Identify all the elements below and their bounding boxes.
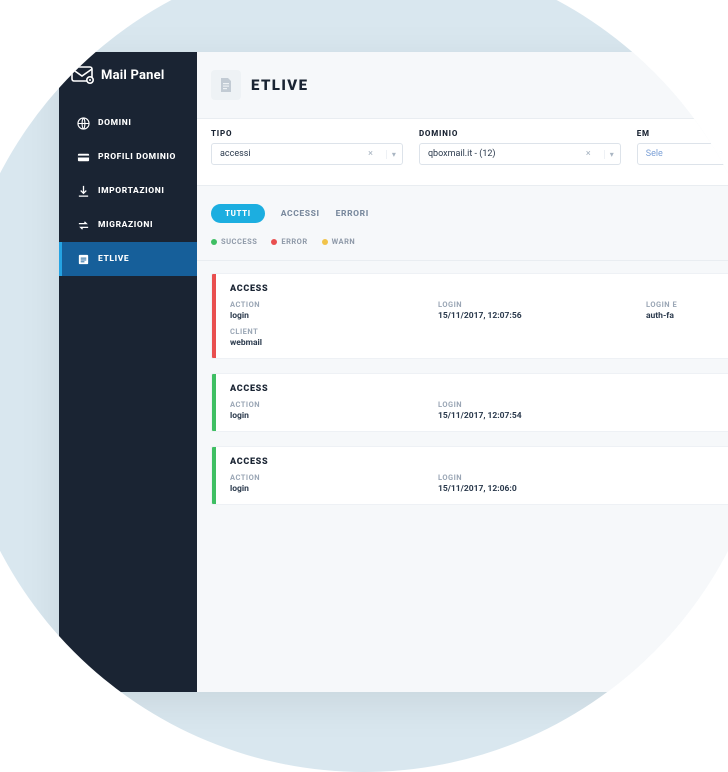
tab-errori[interactable]: ERRORI — [336, 209, 369, 219]
label-login-extra: LOGIN E — [646, 300, 728, 309]
log-login-time: LOGIN 15/11/2017, 12:07:54 — [438, 400, 638, 421]
select-tipo[interactable]: accessi × ▾ — [211, 143, 403, 165]
filter-label-dominio: DOMINIO — [419, 129, 621, 138]
label-action: ACTION — [230, 400, 430, 409]
dot-error-icon — [271, 239, 277, 245]
legend-error: ERROR — [271, 237, 307, 246]
sidebar-item-importazioni[interactable]: IMPORTAZIONI — [59, 174, 197, 208]
label-client: CLIENT — [230, 327, 728, 336]
sidebar-item-etlive[interactable]: ETLIVE — [59, 242, 197, 276]
dot-success-icon — [211, 239, 217, 245]
background-circle: Mail Panel DOMINI PROFILI DOMINIO — [0, 0, 728, 772]
sidebar-item-domini[interactable]: DOMINI — [59, 106, 197, 140]
log-card[interactable]: ACCESS ACTION login LOGIN 15/11/2017, 12… — [211, 446, 728, 505]
label-login-time: LOGIN — [438, 473, 638, 482]
sidebar-item-migrazioni[interactable]: MIGRAZIONI — [59, 208, 197, 242]
log-login-time-value: 15/11/2017, 12:06:0 — [438, 484, 638, 494]
log-login-extra — [646, 473, 728, 494]
log-login-extra-value: auth-fa — [646, 311, 728, 321]
sidebar-item-label: ETLIVE — [98, 254, 129, 264]
filter-row: TIPO accessi × ▾ DOMINIO qboxmail.it - (… — [197, 118, 728, 186]
label-login-time: LOGIN — [438, 400, 638, 409]
filter-tipo: TIPO accessi × ▾ — [211, 129, 403, 165]
select-em[interactable]: Sele — [637, 143, 728, 165]
select-em-placeholder: Sele — [646, 149, 728, 159]
chevron-down-icon[interactable]: ▾ — [386, 150, 396, 159]
select-dominio-value: qboxmail.it - (12) — [428, 149, 573, 159]
sidebar-nav: DOMINI PROFILI DOMINIO IMPORTAZIONI — [59, 106, 197, 276]
legend-success-label: SUCCESS — [221, 237, 257, 246]
log-title: ACCESS — [230, 457, 728, 467]
log-login-extra — [646, 400, 728, 421]
log-card-body: ACCESS ACTION login LOGIN 15/11/2017, 12… — [216, 274, 728, 358]
legend-warn: WARN — [322, 237, 356, 246]
log-title: ACCESS — [230, 284, 728, 294]
sidebar-item-label: MIGRAZIONI — [98, 220, 153, 230]
log-login-time: LOGIN 15/11/2017, 12:06:0 — [438, 473, 638, 494]
live-icon — [76, 252, 90, 266]
log-login-time-value: 15/11/2017, 12:07:54 — [438, 411, 638, 421]
import-icon — [76, 184, 90, 198]
page-header: ETLIVE — [197, 66, 728, 118]
brand-label: Mail Panel — [101, 68, 164, 83]
migrate-icon — [76, 218, 90, 232]
clear-icon[interactable]: × — [583, 149, 594, 159]
log-action: ACTION login — [230, 473, 430, 494]
brand: Mail Panel — [59, 52, 197, 102]
sidebar-item-label: IMPORTAZIONI — [98, 186, 164, 196]
legend-warn-label: WARN — [332, 237, 356, 246]
log-action: ACTION login — [230, 300, 430, 321]
page-header-icon — [211, 70, 241, 100]
filter-label-em: EM — [637, 129, 728, 138]
log-card[interactable]: ACCESS ACTION login LOGIN 15/11/2017, 12… — [211, 273, 728, 359]
tab-accessi[interactable]: ACCESSI — [281, 209, 320, 219]
dot-warn-icon — [322, 239, 328, 245]
select-dominio[interactable]: qboxmail.it - (12) × ▾ — [419, 143, 621, 165]
label-login-time: LOGIN — [438, 300, 638, 309]
log-action-value: login — [230, 411, 430, 421]
log-client: CLIENT webmail — [230, 327, 728, 348]
chevron-down-icon[interactable]: ▾ — [604, 150, 614, 159]
legend-error-label: ERROR — [281, 237, 307, 246]
tabs-row: TUTTI ACCESSI ERRORI — [197, 186, 728, 233]
filter-dominio: DOMINIO qboxmail.it - (12) × ▾ — [419, 129, 621, 165]
sidebar-item-label: PROFILI DOMINIO — [98, 152, 176, 162]
sidebar-item-label: DOMINI — [98, 118, 131, 128]
select-tipo-value: accessi — [220, 149, 355, 159]
legend-success: SUCCESS — [211, 237, 257, 246]
clear-icon[interactable]: × — [365, 149, 376, 159]
log-card-body: ACCESS ACTION login LOGIN 15/11/2017, 12… — [216, 447, 728, 504]
app-frame: Mail Panel DOMINI PROFILI DOMINIO — [59, 52, 728, 692]
log-login-time-value: 15/11/2017, 12:07:56 — [438, 311, 638, 321]
log-action-value: login — [230, 484, 430, 494]
filter-em: EM Sele — [637, 129, 728, 165]
sidebar: Mail Panel DOMINI PROFILI DOMINIO — [59, 52, 197, 692]
globe-icon — [76, 116, 90, 130]
log-client-value: webmail — [230, 338, 728, 348]
card-icon — [76, 150, 90, 164]
log-card-body: ACCESS ACTION login LOGIN 15/11/2017, 12… — [216, 374, 728, 431]
label-action: ACTION — [230, 473, 430, 482]
log-list: ACCESS ACTION login LOGIN 15/11/2017, 12… — [197, 261, 728, 505]
main-content: ETLIVE TIPO accessi × ▾ DOMINIO qboxmail… — [197, 52, 728, 692]
log-login-time: LOGIN 15/11/2017, 12:07:56 — [438, 300, 638, 321]
log-card[interactable]: ACCESS ACTION login LOGIN 15/11/2017, 12… — [211, 373, 728, 432]
log-title: ACCESS — [230, 384, 728, 394]
filter-label-tipo: TIPO — [211, 129, 403, 138]
sidebar-item-profili-dominio[interactable]: PROFILI DOMINIO — [59, 140, 197, 174]
mail-gear-icon — [71, 66, 95, 84]
legend-row: SUCCESS ERROR WARN — [197, 233, 728, 261]
log-action-value: login — [230, 311, 430, 321]
page-title: ETLIVE — [251, 76, 308, 94]
log-login-extra: LOGIN E auth-fa — [646, 300, 728, 321]
log-action: ACTION login — [230, 400, 430, 421]
tab-tutti[interactable]: TUTTI — [211, 204, 265, 223]
label-action: ACTION — [230, 300, 430, 309]
